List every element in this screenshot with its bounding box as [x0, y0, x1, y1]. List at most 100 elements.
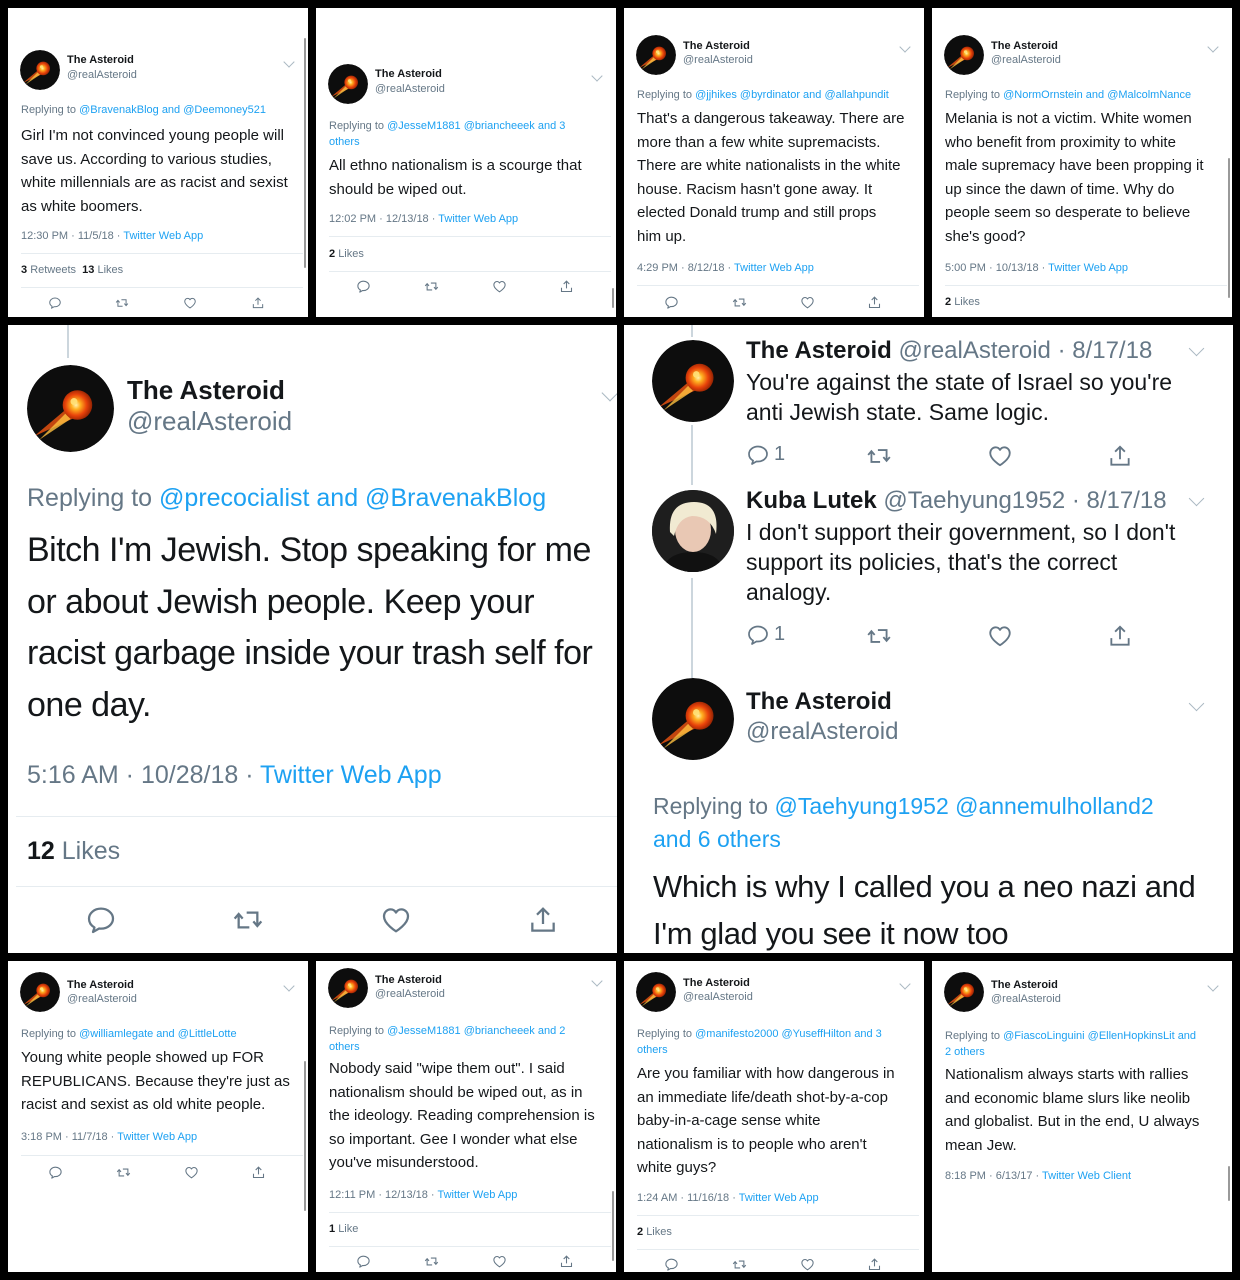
chevron-down-icon[interactable] [591, 975, 603, 987]
reply-icon[interactable] [48, 1165, 63, 1180]
share-icon[interactable] [867, 1257, 882, 1272]
share-icon[interactable] [559, 279, 574, 294]
avatar[interactable] [652, 340, 734, 422]
mentions[interactable]: @williamlegate and @LittleLotte [79, 1028, 236, 1040]
author-name[interactable]: Kuba Lutek [746, 487, 877, 514]
author-name[interactable]: The Asteroid [746, 688, 892, 716]
chevron-down-icon[interactable] [1207, 41, 1219, 53]
like-icon[interactable] [184, 1165, 199, 1180]
author-name[interactable]: The Asteroid [991, 979, 1058, 991]
author-name[interactable]: The Asteroid [746, 337, 892, 364]
scrollbar[interactable] [1228, 1166, 1230, 1201]
retweet-icon[interactable] [232, 904, 264, 936]
mentions[interactable]: @JesseM1881 @briancheeek and 3 [387, 120, 565, 132]
reply-icon[interactable] [746, 443, 770, 467]
chevron-down-icon[interactable] [601, 384, 617, 402]
chevron-down-icon[interactable] [1188, 490, 1205, 507]
avatar[interactable] [652, 678, 734, 760]
retweet-icon[interactable] [732, 1257, 747, 1272]
like-icon[interactable] [800, 295, 815, 310]
retweet-count[interactable]: 3 [21, 264, 27, 276]
chevron-down-icon[interactable] [283, 56, 295, 68]
author-name[interactable]: The Asteroid [375, 974, 442, 986]
mentions[interactable]: @FiascoLinguini @EllenHopkinsLit and [1003, 1030, 1196, 1042]
retweet-icon[interactable] [866, 623, 892, 649]
source-link[interactable]: Twitter Web Client [1042, 1170, 1131, 1182]
chevron-down-icon[interactable] [1188, 340, 1205, 357]
like-count[interactable]: 1 [329, 1223, 335, 1235]
user-avatar[interactable] [652, 490, 734, 572]
author-name[interactable]: The Asteroid [683, 40, 750, 52]
share-icon[interactable] [1107, 443, 1133, 469]
retweet-icon[interactable] [866, 443, 892, 469]
author-handle[interactable]: @realAsteroid · 8/17/18 [898, 337, 1152, 364]
source-link[interactable]: Twitter Web App [739, 1192, 819, 1204]
reply-icon[interactable] [356, 1254, 371, 1269]
retweet-icon[interactable] [115, 296, 129, 310]
avatar[interactable] [328, 968, 368, 1008]
avatar[interactable] [636, 35, 676, 75]
author-handle[interactable]: @Taehyung1952 · 8/17/18 [883, 487, 1166, 514]
retweet-icon[interactable] [732, 295, 747, 310]
author-handle[interactable]: @realAsteroid [991, 54, 1061, 66]
like-icon[interactable] [987, 443, 1013, 469]
like-count[interactable]: 13 [82, 264, 94, 276]
mentions[interactable]: @manifesto2000 @YuseffHilton and 3 [695, 1028, 882, 1040]
source-link[interactable]: Twitter Web App [123, 230, 203, 242]
author-name[interactable]: The Asteroid [991, 40, 1058, 52]
author-handle[interactable]: @realAsteroid [991, 993, 1061, 1005]
author-handle[interactable]: @realAsteroid [683, 991, 753, 1003]
author-handle[interactable]: @realAsteroid [67, 69, 137, 81]
share-icon[interactable] [251, 1165, 266, 1180]
avatar[interactable] [944, 35, 984, 75]
like-icon[interactable] [492, 1254, 507, 1269]
avatar[interactable] [944, 972, 984, 1012]
source-link[interactable]: Twitter Web App [260, 761, 442, 789]
like-count[interactable]: 2 [637, 1226, 643, 1238]
avatar[interactable] [20, 50, 60, 90]
retweet-icon[interactable] [424, 1254, 439, 1269]
scrollbar[interactable] [612, 288, 614, 308]
scrollbar[interactable] [1228, 158, 1230, 298]
author-name[interactable]: The Asteroid [683, 977, 750, 989]
scrollbar[interactable] [612, 1191, 614, 1261]
chevron-down-icon[interactable] [899, 978, 911, 990]
author-handle[interactable]: @realAsteroid [67, 993, 137, 1005]
reply-icon[interactable] [356, 279, 371, 294]
author-handle[interactable]: @realAsteroid [127, 406, 292, 437]
source-link[interactable]: Twitter Web App [438, 213, 518, 225]
reply-icon[interactable] [48, 296, 62, 310]
chevron-down-icon[interactable] [1188, 695, 1205, 712]
avatar[interactable] [328, 64, 368, 104]
reply-icon[interactable] [664, 295, 679, 310]
author-name[interactable]: The Asteroid [67, 979, 134, 991]
share-icon[interactable] [559, 1254, 574, 1269]
mentions[interactable]: @precocialist and @BravenakBlog [159, 484, 546, 512]
like-icon[interactable] [183, 296, 197, 310]
reply-icon[interactable] [746, 623, 770, 647]
author-name[interactable]: The Asteroid [67, 54, 134, 66]
source-link[interactable]: Twitter Web App [117, 1131, 197, 1143]
mentions[interactable]: @BravenakBlog and @Deemoney521 [79, 104, 266, 116]
like-icon[interactable] [492, 279, 507, 294]
mentions[interactable]: @Taehyung1952 @annemulholland2 [774, 793, 1153, 819]
chevron-down-icon[interactable] [283, 980, 295, 992]
author-handle[interactable]: @realAsteroid [375, 988, 445, 1000]
share-icon[interactable] [1107, 623, 1133, 649]
retweet-icon[interactable] [424, 279, 439, 294]
chevron-down-icon[interactable] [1207, 980, 1219, 992]
like-icon[interactable] [380, 904, 412, 936]
avatar[interactable] [20, 972, 60, 1012]
mentions[interactable]: @NormOrnstein and @MalcolmNance [1003, 89, 1191, 101]
chevron-down-icon[interactable] [591, 70, 603, 82]
scrollbar[interactable] [304, 1061, 306, 1211]
like-count[interactable]: 2 [945, 296, 951, 308]
like-icon[interactable] [987, 623, 1013, 649]
like-icon[interactable] [800, 1257, 815, 1272]
source-link[interactable]: Twitter Web App [437, 1189, 517, 1201]
avatar[interactable] [27, 365, 114, 452]
author-name[interactable]: The Asteroid [127, 375, 285, 406]
reply-icon[interactable] [664, 1257, 679, 1272]
retweet-icon[interactable] [116, 1165, 131, 1180]
mentions[interactable]: @JesseM1881 @briancheeek and 2 [387, 1025, 565, 1037]
